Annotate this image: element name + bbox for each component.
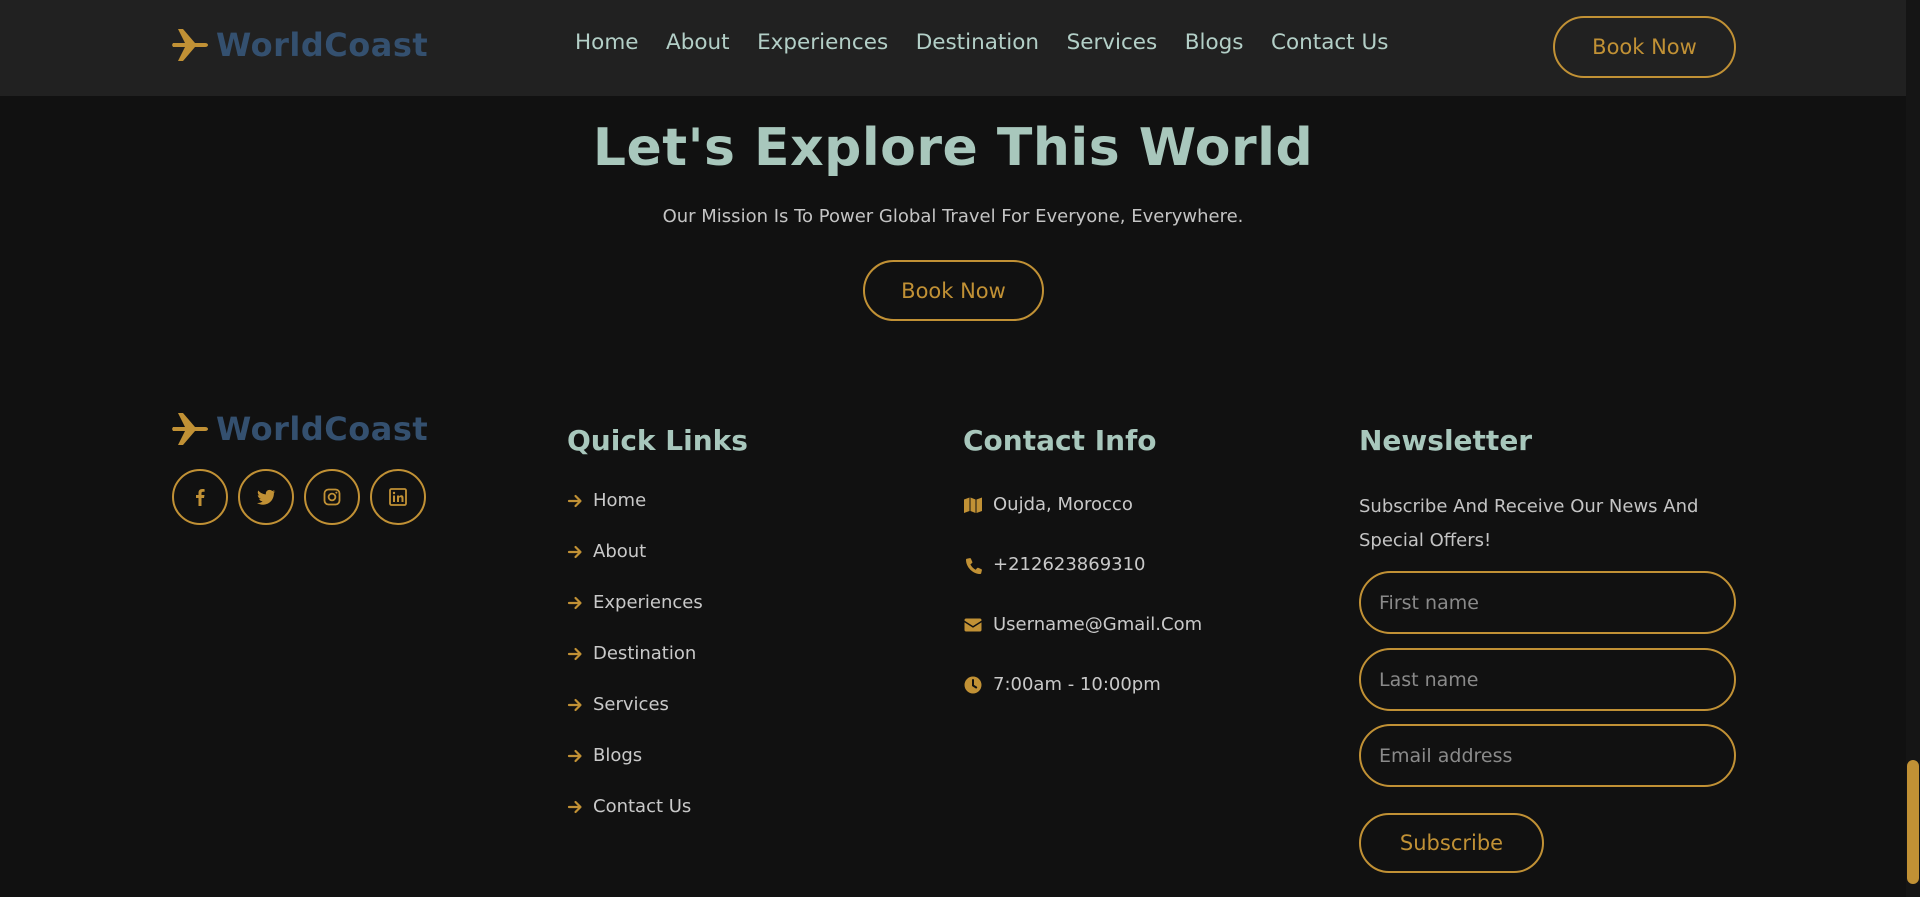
footer-link-destination[interactable]: Destination (567, 643, 696, 664)
nav-link-about[interactable]: About (666, 30, 730, 55)
arrow-right-icon (567, 749, 582, 762)
phone-icon (966, 557, 982, 574)
arrow-right-icon (567, 800, 582, 813)
arrow-right-icon (567, 647, 582, 660)
footer-link-blogs[interactable]: Blogs (567, 745, 642, 766)
hero-subtitle: Our Mission Is To Power Global Travel Fo… (662, 206, 1244, 227)
twitter-icon (257, 489, 276, 505)
facebook-icon (196, 489, 205, 506)
arrow-right-icon (567, 545, 582, 558)
instagram-link[interactable] (304, 469, 360, 525)
arrow-right-icon (567, 596, 582, 609)
twitter-link[interactable] (238, 469, 294, 525)
last-name-input[interactable] (1359, 648, 1736, 711)
contact-hours: 7:00am - 10:00pm (963, 674, 1161, 695)
contact-email-text: Username@Gmail.Com (993, 614, 1203, 635)
contact-location: Oujda, Morocco (963, 494, 1133, 515)
footer-link-label: About (593, 541, 647, 562)
contact-phone-text: +212623869310 (993, 554, 1146, 575)
airplane-icon (172, 413, 208, 445)
footer-link-experiences[interactable]: Experiences (567, 592, 703, 613)
arrow-right-icon (567, 698, 582, 711)
brand-name: WorldCoast (216, 26, 429, 64)
envelope-icon (964, 618, 982, 631)
linkedin-link[interactable] (370, 469, 426, 525)
subscribe-button[interactable]: Subscribe (1359, 813, 1544, 873)
newsletter-description: Subscribe And Receive Our News And Speci… (1359, 496, 1699, 551)
footer-link-label: Contact Us (593, 796, 692, 817)
nav-link-contact-us[interactable]: Contact Us (1271, 30, 1388, 55)
footer-link-about[interactable]: About (567, 541, 646, 562)
footer-link-label: Blogs (593, 745, 643, 766)
nav-link-destination[interactable]: Destination (916, 30, 1039, 55)
hero-title: Let's Explore This World (592, 118, 1314, 178)
linkedin-icon (389, 488, 407, 506)
newsletter-heading: Newsletter (1359, 424, 1533, 457)
hero-book-now-button[interactable]: Book Now (863, 260, 1044, 321)
footer-brand-name: WorldCoast (216, 410, 429, 448)
footer-link-label: Services (593, 694, 669, 715)
footer-link-label: Home (593, 490, 647, 511)
brand-logo[interactable]: WorldCoast (172, 26, 428, 64)
footer-link-services[interactable]: Services (567, 694, 669, 715)
arrow-right-icon (567, 494, 582, 507)
map-icon (964, 497, 982, 513)
main-nav: Home About Experiences Destination Servi… (575, 30, 1416, 55)
airplane-icon (172, 29, 208, 61)
quick-links-heading: Quick Links (567, 424, 748, 457)
first-name-input[interactable] (1359, 571, 1736, 634)
facebook-link[interactable] (172, 469, 228, 525)
nav-book-now-button[interactable]: Book Now (1553, 16, 1736, 78)
nav-link-services[interactable]: Services (1067, 30, 1158, 55)
footer-link-home[interactable]: Home (567, 490, 646, 511)
email-input[interactable] (1359, 724, 1736, 787)
top-navbar: WorldCoast Home About Experiences Destin… (0, 0, 1906, 96)
footer-link-contact-us[interactable]: Contact Us (567, 796, 691, 817)
footer-brand-logo[interactable]: WorldCoast (172, 410, 428, 448)
contact-info-heading: Contact Info (963, 424, 1157, 457)
nav-link-blogs[interactable]: Blogs (1185, 30, 1244, 55)
contact-location-text: Oujda, Morocco (993, 494, 1133, 515)
instagram-icon (323, 488, 341, 506)
nav-link-experiences[interactable]: Experiences (757, 30, 888, 55)
nav-link-home[interactable]: Home (575, 30, 639, 55)
footer-link-label: Experiences (593, 592, 703, 613)
clock-icon (964, 676, 982, 693)
contact-hours-text: 7:00am - 10:00pm (993, 674, 1161, 695)
contact-email[interactable]: Username@Gmail.Com (963, 614, 1202, 635)
scrollbar-thumb[interactable] (1907, 760, 1919, 884)
footer-link-label: Destination (593, 643, 697, 664)
social-links (172, 469, 436, 525)
contact-phone[interactable]: +212623869310 (963, 554, 1146, 575)
